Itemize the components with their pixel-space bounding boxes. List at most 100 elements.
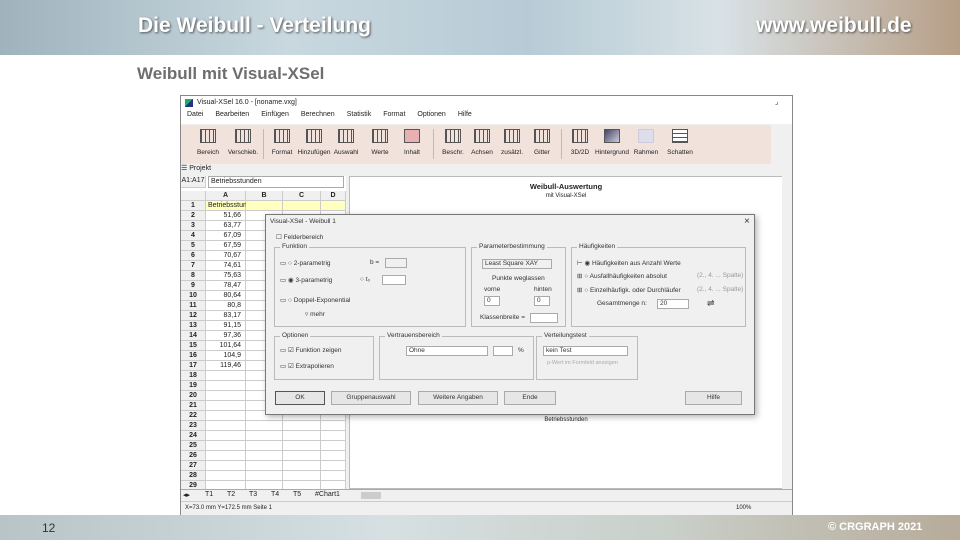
toolbar-bereich[interactable]: Bereich: [191, 129, 225, 156]
close-icon[interactable]: ×: [744, 216, 750, 227]
checkbox-funktion-zeigen[interactable]: ▭ ☑ Funktion zeigen: [280, 346, 341, 354]
radio-doppel-exponential[interactable]: ▭ ○ Doppel-Exponential: [280, 296, 350, 304]
table-cell[interactable]: [321, 431, 346, 441]
table-cell[interactable]: 75,63: [206, 271, 246, 281]
hinten-stepper[interactable]: 0: [534, 296, 550, 306]
table-cell[interactable]: 97,36: [206, 331, 246, 341]
table-cell[interactable]: [321, 421, 346, 431]
menu-hilfe[interactable]: Hilfe: [458, 111, 472, 118]
table-cell[interactable]: [283, 451, 321, 461]
gesamtmenge-input[interactable]: 20: [657, 299, 689, 309]
table-cell[interactable]: 80,8: [206, 301, 246, 311]
project-panel-toggle[interactable]: ☰ Projekt: [181, 164, 792, 174]
tab-chart1[interactable]: #Chart1: [315, 491, 340, 498]
table-cell[interactable]: [321, 201, 346, 211]
table-cell[interactable]: [246, 431, 283, 441]
tab-t5[interactable]: T5: [293, 491, 301, 498]
table-cell[interactable]: [321, 471, 346, 481]
gruppenauswahl-button[interactable]: Gruppenauswahl: [331, 391, 411, 405]
toolbar-inhalt[interactable]: Inhalt: [395, 129, 429, 156]
transfer-icon[interactable]: ⇌: [707, 298, 715, 309]
table-cell[interactable]: 101,64: [206, 341, 246, 351]
table-cell[interactable]: [246, 451, 283, 461]
table-cell[interactable]: [283, 201, 321, 211]
table-cell[interactable]: [206, 371, 246, 381]
toolbar-werte[interactable]: Werte: [363, 129, 397, 156]
menu-statistik[interactable]: Statistik: [347, 111, 372, 118]
mehr-link[interactable]: ▿ mehr: [305, 310, 325, 318]
test-select[interactable]: kein Test: [543, 346, 628, 356]
vorne-stepper[interactable]: 0: [484, 296, 500, 306]
table-cell[interactable]: [206, 431, 246, 441]
b-select[interactable]: [385, 258, 407, 268]
tab-t1[interactable]: T1: [205, 491, 213, 498]
vertrauen-percent-select[interactable]: [493, 346, 513, 356]
table-cell[interactable]: [206, 391, 246, 401]
table-cell[interactable]: 51,66: [206, 211, 246, 221]
table-cell[interactable]: 74,61: [206, 261, 246, 271]
table-cell[interactable]: [206, 381, 246, 391]
table-cell[interactable]: 78,47: [206, 281, 246, 291]
table-cell[interactable]: 80,64: [206, 291, 246, 301]
toolbar-3d2d[interactable]: 3D/2D: [563, 129, 597, 156]
checkbox-felderbereich[interactable]: ☐ Felderbereich: [276, 233, 323, 241]
tab-t3[interactable]: T3: [249, 491, 257, 498]
table-cell[interactable]: 67,59: [206, 241, 246, 251]
table-cell[interactable]: [321, 441, 346, 451]
method-select[interactable]: Least Square XAY: [482, 259, 552, 269]
table-cell[interactable]: [283, 431, 321, 441]
tab-scroll-left[interactable]: ◂▸: [183, 491, 190, 499]
tab-t2[interactable]: T2: [227, 491, 235, 498]
toolbar-achsen[interactable]: Achsen: [465, 129, 499, 156]
vertical-scrollbar[interactable]: [782, 176, 792, 489]
menu-optionen[interactable]: Optionen: [417, 111, 445, 118]
table-cell[interactable]: [206, 471, 246, 481]
toolbar-rahmen[interactable]: Rahmen: [629, 129, 663, 156]
menu-einfuegen[interactable]: Einfügen: [261, 111, 289, 118]
table-cell[interactable]: [246, 471, 283, 481]
table-cell[interactable]: 104,9: [206, 351, 246, 361]
toolbar-zusaetzl[interactable]: zusätzl.: [495, 129, 529, 156]
checkbox-extrapolieren[interactable]: ▭ ☑ Extrapolieren: [280, 362, 334, 370]
menu-berechnen[interactable]: Berechnen: [301, 111, 335, 118]
toolbar-hinzufuegen[interactable]: Hinzufügen: [297, 129, 331, 156]
radio-ausfall-absolut[interactable]: ⊞ ○ Ausfallhäufigkeiten absolut: [577, 272, 667, 280]
weitere-angaben-button[interactable]: Weitere Angaben: [418, 391, 498, 405]
formula-input[interactable]: Betriebsstunden: [208, 176, 344, 188]
table-cell[interactable]: [321, 451, 346, 461]
menu-datei[interactable]: Datei: [187, 111, 203, 118]
tab-t4[interactable]: T4: [271, 491, 279, 498]
table-cell[interactable]: [206, 451, 246, 461]
menu-bearbeiten[interactable]: Bearbeiten: [215, 111, 249, 118]
restore-icon[interactable]: ⌟: [775, 98, 778, 106]
table-cell[interactable]: 119,46: [206, 361, 246, 371]
toolbar-verschieben[interactable]: Verschieb.: [226, 129, 260, 156]
radio-3-parametrig[interactable]: ▭ ◉ 3-parametrig: [280, 276, 332, 284]
table-cell[interactable]: [321, 461, 346, 471]
radio-2-parametrig[interactable]: ▭ ○ 2-parametrig: [280, 259, 331, 267]
menu-format[interactable]: Format: [383, 111, 405, 118]
radio-haeuf-anzahl[interactable]: ⊢ ◉ Häufigkeiten aus Anzahl Werte: [577, 259, 681, 267]
table-cell[interactable]: [246, 421, 283, 431]
table-cell[interactable]: [206, 461, 246, 471]
table-cell[interactable]: 83,17: [206, 311, 246, 321]
table-cell[interactable]: 63,77: [206, 221, 246, 231]
klassenbreite-input[interactable]: [530, 313, 558, 323]
horizontal-scrollbar[interactable]: [361, 492, 381, 499]
table-cell[interactable]: [283, 461, 321, 471]
table-cell[interactable]: 91,15: [206, 321, 246, 331]
table-cell[interactable]: [206, 411, 246, 421]
table-cell[interactable]: [283, 421, 321, 431]
vertrauen-select[interactable]: Ohne: [406, 346, 488, 356]
table-cell[interactable]: Betriebsstunden: [206, 201, 259, 211]
toolbar-gitter[interactable]: Gitter: [525, 129, 559, 156]
hilfe-button[interactable]: Hilfe: [685, 391, 742, 405]
table-cell[interactable]: [246, 461, 283, 471]
t0-input[interactable]: [382, 275, 406, 285]
table-cell[interactable]: [206, 441, 246, 451]
ok-button[interactable]: OK: [275, 391, 325, 405]
table-cell[interactable]: [246, 201, 283, 211]
toolbar-hintergrund[interactable]: Hintergrund: [595, 129, 629, 156]
table-cell[interactable]: 70,67: [206, 251, 246, 261]
toolbar-format[interactable]: Format: [265, 129, 299, 156]
